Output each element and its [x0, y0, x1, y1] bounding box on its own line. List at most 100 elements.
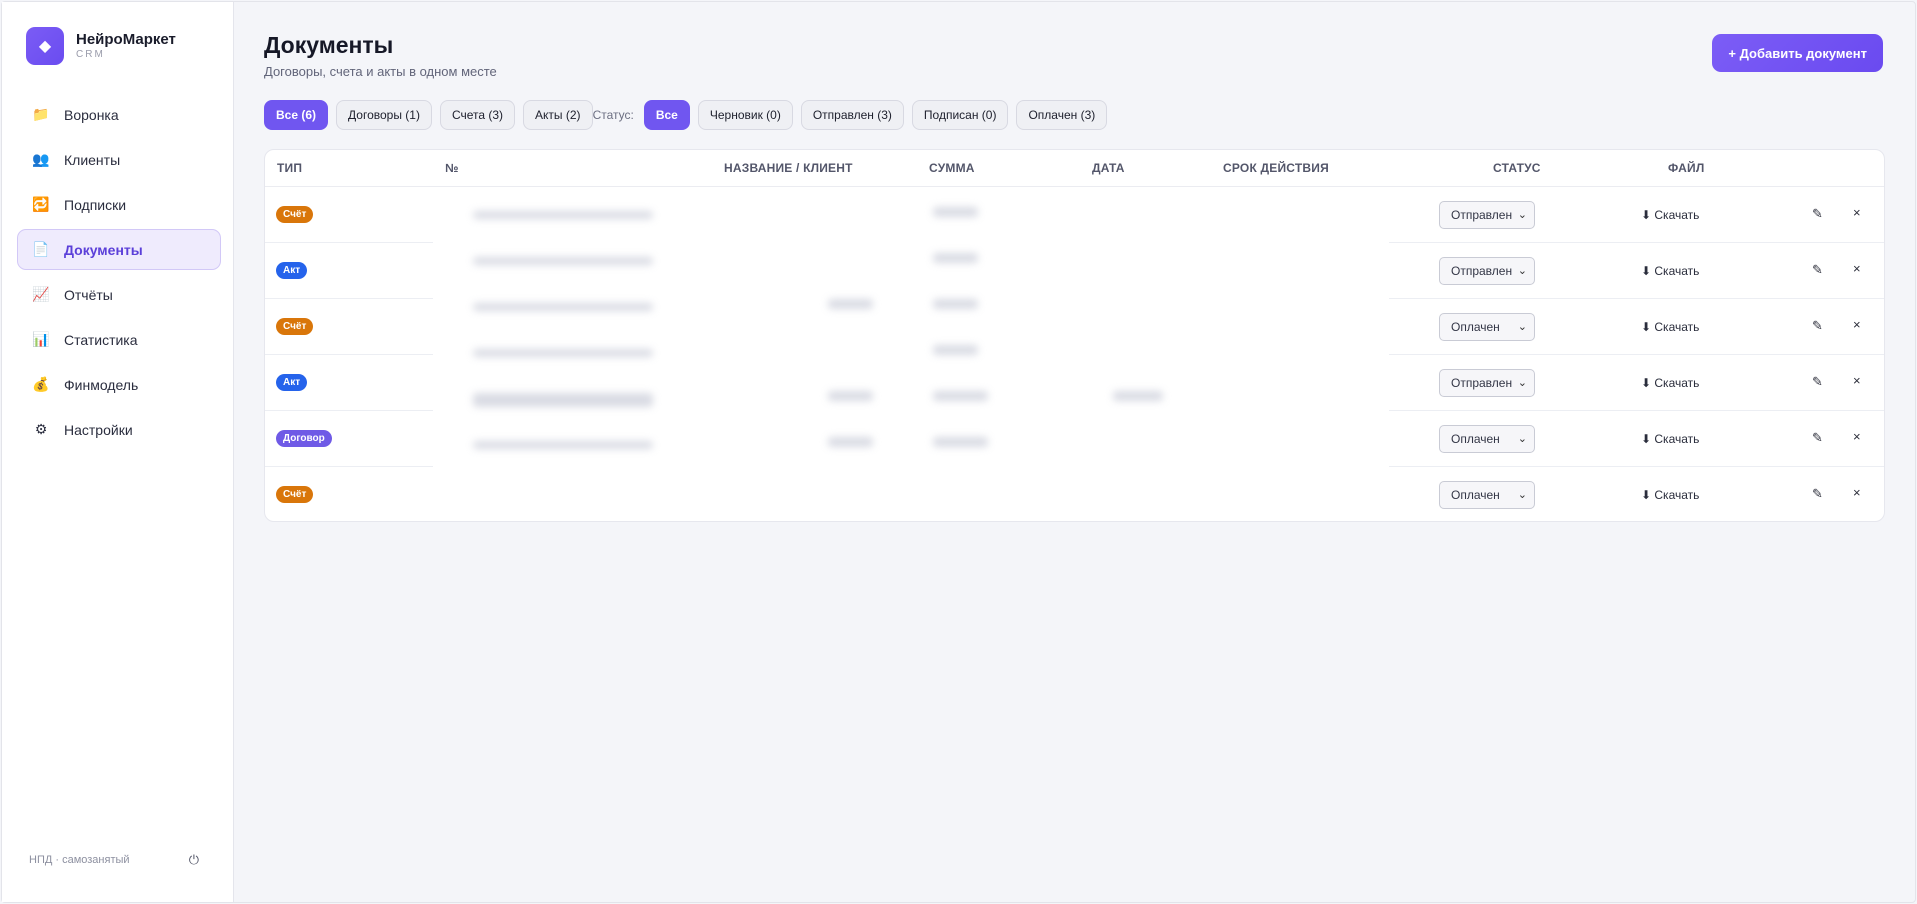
download-link[interactable]: ⬇ Скачать [1641, 320, 1699, 334]
doc-type-badge: Договор [276, 430, 332, 447]
status-select[interactable]: Оплачен ⌄ [1439, 313, 1535, 341]
status-filter-chip[interactable]: Черновик (0) [697, 100, 793, 130]
redacted-text [473, 257, 653, 265]
sidebar-item-label: Финмодель [64, 376, 139, 393]
nav-icon: 💰 [32, 376, 50, 392]
delete-icon[interactable]: × [1853, 485, 1861, 500]
edit-icon[interactable]: ✎ [1812, 374, 1823, 390]
redacted-text [933, 345, 978, 355]
delete-icon[interactable]: × [1853, 373, 1861, 388]
redacted-text [473, 393, 653, 407]
edit-icon[interactable]: ✎ [1812, 318, 1823, 334]
download-link[interactable]: ⬇ Скачать [1641, 432, 1699, 446]
redacted-text [473, 211, 653, 219]
status-filter-chip[interactable]: Подписан (0) [911, 100, 1009, 130]
download-link[interactable]: ⬇ Скачать [1641, 208, 1699, 222]
edit-icon[interactable]: ✎ [1812, 486, 1823, 502]
column-number: № [445, 161, 459, 175]
edit-icon[interactable]: ✎ [1812, 206, 1823, 222]
edit-icon[interactable]: ✎ [1812, 430, 1823, 446]
sidebar-item-settings[interactable]: ⚙ Настройки [17, 409, 221, 450]
column-date: ДАТА [1092, 161, 1125, 175]
type-filter-chip[interactable]: Акты (2) [523, 100, 593, 130]
nav-icon: 🔁 [32, 196, 50, 212]
chevron-down-icon: ⌄ [1517, 265, 1527, 277]
status-filter-chip[interactable]: Оплачен (3) [1016, 100, 1108, 130]
download-link[interactable]: ⬇ Скачать [1641, 488, 1699, 502]
redacted-text [933, 299, 978, 309]
status-select[interactable]: Отправлен ⌄ [1439, 201, 1535, 229]
delete-icon[interactable]: × [1853, 429, 1861, 444]
status-filter-chip[interactable]: Все [643, 100, 690, 130]
redacted-text [828, 391, 873, 401]
sidebar-nav: 📁 Воронка 👥 Клиенты 🔁 Подписки 📄 Документы 📈 Отчё… [17, 94, 221, 454]
sidebar-item-documents[interactable]: 📄 Документы [17, 229, 221, 270]
sidebar-item-funnel[interactable]: 📁 Воронка [17, 94, 221, 135]
status-select-value: Отправлен [1451, 376, 1513, 390]
sidebar-item-clients[interactable]: 👥 Клиенты [17, 139, 221, 180]
sidebar-item-label: Клиенты [64, 151, 121, 168]
tax-mode-label: НПД · самозанятый [29, 854, 130, 866]
sidebar: ◆ НейроМаркет CRM 📁 Воронка 👥 Клиенты 🔁 Подпи… [2, 2, 234, 902]
table-header: ТИП № НАЗВАНИЕ / КЛИЕНТ СУММА ДАТА СРОК … [265, 150, 1884, 187]
chevron-down-icon: ⌄ [1517, 209, 1527, 221]
brand-name: НейроМаркет [76, 31, 176, 48]
status-select[interactable]: Оплачен ⌄ [1439, 425, 1535, 453]
nav-icon: 📈 [32, 286, 50, 302]
chevron-down-icon: ⌄ [1517, 489, 1527, 501]
status-select[interactable]: Оплачен ⌄ [1439, 481, 1535, 509]
redacted-text [933, 207, 978, 217]
column-type: ТИП [277, 161, 303, 175]
doc-type-badge: Счёт [276, 206, 314, 223]
redacted-region [433, 187, 1389, 521]
sidebar-item-label: Отчёты [64, 286, 113, 303]
chevron-down-icon: ⌄ [1517, 321, 1527, 333]
type-filter-chip[interactable]: Все (6) [264, 100, 329, 130]
status-select-value: Оплачен [1451, 432, 1500, 446]
brand[interactable]: ◆ НейроМаркет CRM [26, 27, 176, 65]
nav-icon: 📁 [32, 106, 50, 122]
doc-type-badge: Счёт [276, 318, 314, 335]
sidebar-item-label: Документы [64, 241, 143, 258]
edit-icon[interactable]: ✎ [1812, 262, 1823, 278]
redacted-text [473, 441, 653, 449]
sidebar-item-label: Воронка [64, 106, 119, 123]
delete-icon[interactable]: × [1853, 261, 1861, 276]
download-link[interactable]: ⬇ Скачать [1641, 376, 1699, 390]
status-select-value: Оплачен [1451, 320, 1500, 334]
page-title: Документы [264, 32, 394, 58]
sidebar-item-statistics[interactable]: 📊 Статистика [17, 319, 221, 360]
sidebar-item-finmodel[interactable]: 💰 Финмодель [17, 364, 221, 405]
type-filter-chip[interactable]: Счета (3) [439, 100, 516, 130]
add-document-button[interactable]: + Добавить документ [1712, 34, 1883, 72]
sidebar-item-label: Подписки [64, 196, 127, 213]
redacted-text [933, 437, 988, 447]
sidebar-item-subscriptions[interactable]: 🔁 Подписки [17, 184, 221, 225]
status-select[interactable]: Отправлен ⌄ [1439, 257, 1535, 285]
status-select[interactable]: Отправлен ⌄ [1439, 369, 1535, 397]
filter-bar: Все (6) Договоры (1) Счета (3) Акты (2) Стат… [264, 100, 1115, 130]
app-window: ◆ НейроМаркет CRM 📁 Воронка 👥 Клиенты 🔁 Подпи… [1, 1, 1916, 903]
download-link[interactable]: ⬇ Скачать [1641, 264, 1699, 278]
power-icon[interactable]: ⏻ [189, 852, 199, 868]
documents-table: ТИП № НАЗВАНИЕ / КЛИЕНТ СУММА ДАТА СРОК … [264, 149, 1885, 522]
column-validity: СРОК ДЕЙСТВИЯ [1223, 161, 1329, 175]
main-content: Документы Договоры, счета и акты в одном… [234, 2, 1915, 902]
sidebar-footer: НПД · самозанятый ⏻ [29, 852, 199, 868]
diamond-icon: ◆ [26, 27, 64, 65]
nav-icon: 👥 [32, 151, 50, 167]
doc-type-badge: Акт [276, 262, 308, 279]
sidebar-item-reports[interactable]: 📈 Отчёты [17, 274, 221, 315]
delete-icon[interactable]: × [1853, 317, 1861, 332]
redacted-text [473, 303, 653, 311]
status-select-value: Отправлен [1451, 208, 1513, 222]
column-sum: СУММА [929, 161, 975, 175]
type-filter-chip[interactable]: Договоры (1) [336, 100, 432, 130]
doc-type-badge: Акт [276, 374, 308, 391]
status-filter-chip[interactable]: Отправлен (3) [800, 100, 904, 130]
delete-icon[interactable]: × [1853, 205, 1861, 220]
chevron-down-icon: ⌄ [1517, 433, 1527, 445]
column-file: ФАЙЛ [1668, 161, 1705, 175]
brand-subtitle: CRM [76, 49, 105, 60]
doc-type-badge: Счёт [276, 486, 314, 503]
